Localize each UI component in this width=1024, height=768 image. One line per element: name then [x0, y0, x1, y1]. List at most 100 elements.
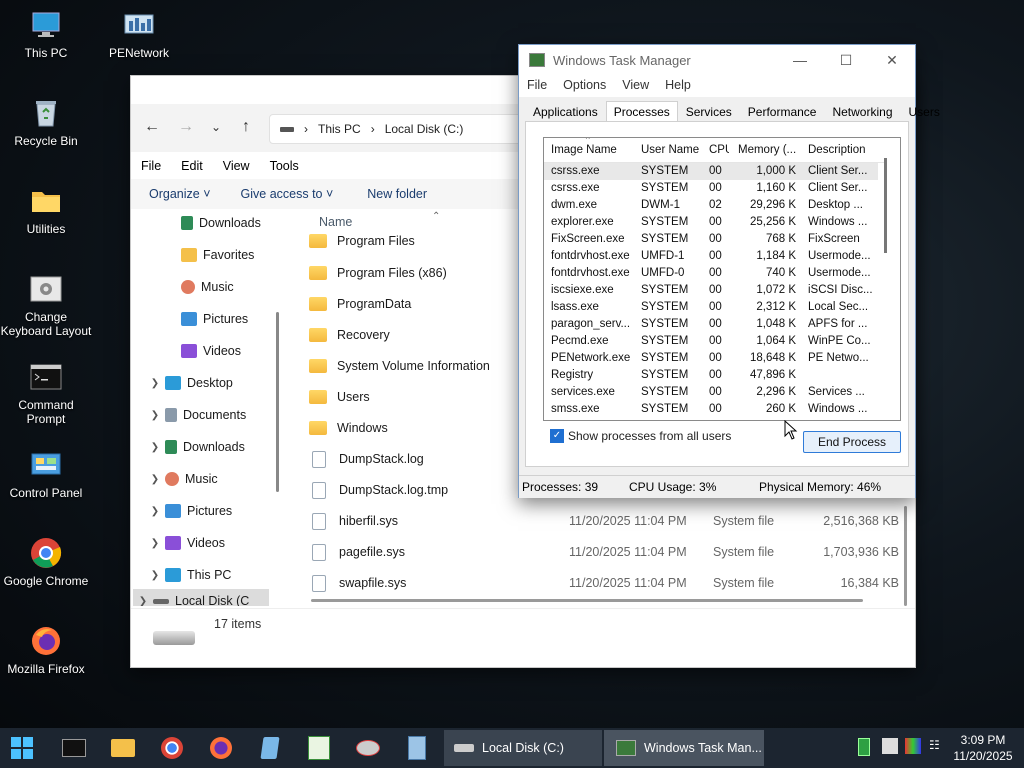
breadcrumb-local-disk[interactable]: Local Disk (C:): [385, 122, 464, 136]
taskbar-disk-tool[interactable]: [356, 736, 380, 760]
start-button[interactable]: [10, 736, 34, 760]
file-row[interactable]: hiberfil.sys 11/20/2025 11:04 PM System fi…: [309, 509, 899, 533]
process-row[interactable]: csrss.exe SYSTEM 00 1,000 K Client Ser...: [544, 163, 878, 180]
taskbar-chrome[interactable]: [160, 736, 184, 760]
tab-users[interactable]: Users: [901, 101, 948, 123]
tree-item-this-pc[interactable]: ❯ This PC: [145, 563, 231, 587]
desktop-icon-utilities[interactable]: Utilities: [0, 184, 92, 236]
process-row[interactable]: smss.exe SYSTEM 00 260 K Windows ...: [544, 401, 878, 418]
tab-applications[interactable]: Applications: [525, 101, 606, 123]
navigation-pane-scrollbar[interactable]: [276, 312, 279, 492]
taskbar-task-task-manager[interactable]: Windows Task Man...: [604, 730, 764, 766]
file-list-vertical-scrollbar[interactable]: [904, 506, 907, 606]
desktop-icon-control-panel[interactable]: Control Panel: [0, 448, 92, 500]
tree-item-downloads-2[interactable]: ❯ Downloads: [145, 435, 245, 459]
menu-help[interactable]: Help: [657, 75, 699, 97]
process-row[interactable]: paragon_serv... SYSTEM 00 1,048 K APFS for .…: [544, 316, 878, 333]
tree-item-music[interactable]: Music: [161, 275, 234, 299]
taskbar-command-prompt[interactable]: [62, 736, 86, 760]
chevron-right-icon[interactable]: ❯: [145, 474, 165, 485]
column-user-name[interactable]: User Name: [641, 144, 703, 156]
file-row[interactable]: swapfile.sys 11/20/2025 11:04 PM System fi…: [309, 571, 899, 595]
menu-file[interactable]: File: [131, 156, 171, 178]
tray-image-icon[interactable]: [882, 738, 898, 754]
taskbar-firefox[interactable]: [209, 736, 233, 760]
tree-item-pictures-2[interactable]: ❯ Pictures: [145, 499, 232, 523]
tree-item-desktop[interactable]: ❯ Desktop: [145, 371, 233, 395]
chevron-right-icon[interactable]: ❯: [145, 410, 165, 421]
process-row[interactable]: csrss.exe SYSTEM 00 1,160 K Client Ser...: [544, 180, 878, 197]
show-all-processes-checkbox[interactable]: ✓ Show processes from all users: [550, 429, 731, 443]
taskbar-notepad[interactable]: [258, 736, 282, 760]
desktop-icon-google-chrome[interactable]: Google Chrome: [0, 536, 92, 588]
process-row[interactable]: fontdrvhost.exe UMFD-0 00 740 K Usermode...: [544, 265, 878, 282]
back-arrow-icon[interactable]: ←: [141, 116, 163, 138]
tree-item-documents[interactable]: ❯ Documents: [145, 403, 246, 427]
taskbar-chart-app[interactable]: [307, 736, 331, 760]
process-list-scrollbar[interactable]: [884, 158, 887, 253]
menu-tools[interactable]: Tools: [260, 156, 309, 178]
maximize-icon[interactable]: ☐: [823, 45, 869, 75]
process-row[interactable]: Registry SYSTEM 00 47,896 K: [544, 367, 878, 384]
tree-item-videos-2[interactable]: ❯ Videos: [145, 531, 225, 555]
minimize-icon[interactable]: —: [777, 45, 823, 75]
desktop-icon-command-prompt[interactable]: Command Prompt: [0, 360, 92, 426]
taskbar-file-explorer[interactable]: [111, 736, 135, 760]
chevron-down-icon[interactable]: ❯: [145, 570, 165, 581]
taskbar-task-local-disk[interactable]: Local Disk (C:): [444, 730, 602, 766]
process-row[interactable]: lsass.exe SYSTEM 00 2,312 K Local Sec...: [544, 299, 878, 316]
chevron-right-icon[interactable]: ❯: [145, 538, 165, 549]
breadcrumb-this-pc[interactable]: This PC: [318, 122, 361, 136]
task-manager-title-bar[interactable]: Windows Task Manager — ☐ ✕: [519, 45, 915, 75]
column-image-name[interactable]: Image Name: [551, 144, 635, 156]
close-icon[interactable]: ✕: [869, 45, 915, 75]
tree-item-favorites[interactable]: Favorites: [161, 243, 254, 267]
menu-view[interactable]: View: [213, 156, 260, 178]
process-row[interactable]: PENetwork.exe SYSTEM 00 18,648 K PE Netwo...: [544, 350, 878, 367]
menu-file[interactable]: File: [519, 75, 555, 97]
chevron-right-icon[interactable]: ❯: [133, 596, 153, 607]
process-row[interactable]: fontdrvhost.exe UMFD-1 00 1,184 K Usermode..…: [544, 248, 878, 265]
column-header-name[interactable]: Name: [319, 215, 352, 229]
organize-button[interactable]: Organize ˅: [149, 187, 211, 201]
tab-services[interactable]: Services: [678, 101, 740, 123]
taskbar-clock[interactable]: 3:09 PM 11/20/2025: [948, 732, 1018, 764]
tree-item-local-disk[interactable]: ❯ Local Disk (C: [133, 589, 269, 606]
process-row[interactable]: dwm.exe DWM-1 02 29,296 K Desktop ...: [544, 197, 878, 214]
tab-processes[interactable]: Processes: [605, 101, 678, 123]
process-row[interactable]: iscsiexe.exe SYSTEM 00 1,072 K iSCSI Disc...: [544, 282, 878, 299]
up-arrow-icon[interactable]: ↑: [235, 116, 257, 138]
file-row[interactable]: pagefile.sys 11/20/2025 11:04 PM System fi…: [309, 540, 899, 564]
taskbar-calculator[interactable]: [405, 736, 429, 760]
desktop-icon-change-keyboard-layout[interactable]: Change Keyboard Layout: [0, 272, 92, 338]
menu-options[interactable]: Options: [555, 75, 614, 97]
process-row[interactable]: explorer.exe SYSTEM 00 25,256 K Windows ...: [544, 214, 878, 231]
forward-arrow-icon[interactable]: →: [175, 116, 197, 138]
new-folder-button[interactable]: New folder: [367, 187, 427, 201]
process-row[interactable]: services.exe SYSTEM 00 2,296 K Services ...: [544, 384, 878, 401]
end-process-button[interactable]: End Process: [803, 431, 901, 453]
process-row[interactable]: Pecmd.exe SYSTEM 00 1,064 K WinPE Co...: [544, 333, 878, 350]
menu-edit[interactable]: Edit: [171, 156, 213, 178]
tray-color-icon[interactable]: [905, 738, 921, 754]
desktop-icon-recycle-bin[interactable]: Recycle Bin: [0, 96, 92, 148]
address-bar[interactable]: › This PC › Local Disk (C:): [269, 114, 531, 144]
file-list-horizontal-scrollbar[interactable]: [311, 599, 863, 602]
network-icon[interactable]: ☷: [929, 738, 945, 754]
column-description[interactable]: Description: [808, 144, 874, 156]
menu-view[interactable]: View: [614, 75, 657, 97]
chevron-right-icon[interactable]: ❯: [145, 378, 165, 389]
process-row[interactable]: FixScreen.exe SYSTEM 00 768 K FixScreen: [544, 231, 878, 248]
column-memory[interactable]: Memory (...: [738, 144, 800, 156]
tab-networking[interactable]: Networking: [824, 101, 900, 123]
tree-item-music-2[interactable]: ❯ Music: [145, 467, 218, 491]
desktop-icon-this-pc[interactable]: This PC: [0, 8, 92, 60]
chevron-right-icon[interactable]: ❯: [145, 506, 165, 517]
chevron-right-icon[interactable]: ❯: [145, 442, 165, 453]
tab-performance[interactable]: Performance: [740, 101, 825, 123]
chevron-down-icon[interactable]: ⌄: [205, 116, 227, 138]
desktop-icon-mozilla-firefox[interactable]: Mozilla Firefox: [0, 624, 92, 676]
tree-item-pictures[interactable]: Pictures: [161, 307, 248, 331]
give-access-button[interactable]: Give access to ˅: [241, 187, 334, 201]
tree-item-downloads[interactable]: Downloads: [161, 211, 261, 235]
